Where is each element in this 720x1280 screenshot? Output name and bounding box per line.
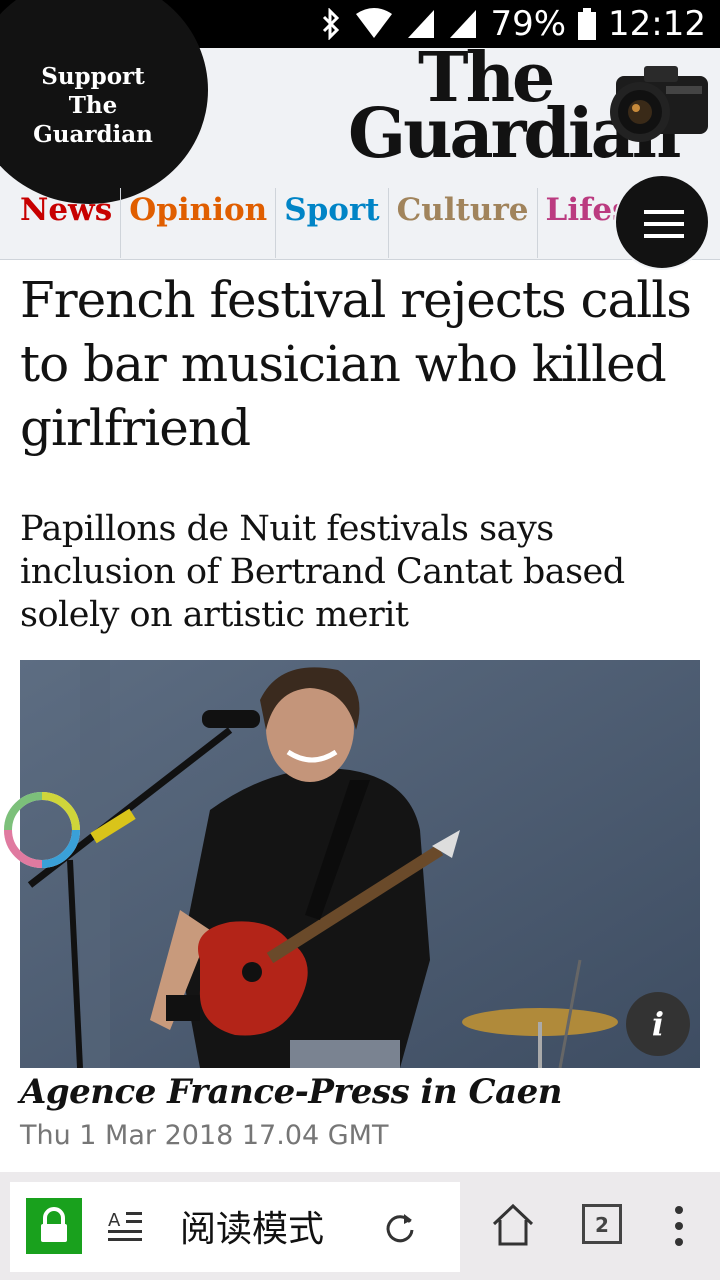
lock-icon[interactable] — [26, 1198, 82, 1254]
support-label: Support The Guardian — [33, 63, 153, 148]
clock: 12:12 — [608, 4, 706, 44]
nav-culture[interactable]: Culture — [389, 188, 538, 258]
tabs-icon[interactable]: 2 — [582, 1204, 622, 1244]
article-photo[interactable]: i — [20, 660, 700, 1068]
svg-text:A: A — [108, 1210, 121, 1231]
nav-news[interactable]: News — [0, 188, 122, 258]
hamburger-menu-icon[interactable] — [614, 174, 710, 270]
camera-icon — [610, 66, 708, 142]
reader-mode-icon[interactable]: A — [108, 1208, 144, 1244]
address-bar-arrow — [430, 1182, 458, 1272]
site-header: Support The Guardian The Guardian News O… — [0, 0, 720, 260]
signal-icon — [408, 10, 435, 38]
browser-toolbar: A 阅读模式 2 — [0, 1172, 720, 1280]
nav-news-label: News — [20, 192, 113, 228]
bluetooth-icon — [323, 8, 340, 40]
article-standfirst: Papillons de Nuit festivals says inclusi… — [20, 509, 625, 635]
battery-icon — [578, 8, 597, 40]
reader-mode-label[interactable]: 阅读模式 — [180, 1200, 324, 1252]
article-date: Thu 1 Mar 2018 17.04 GMT — [20, 1120, 389, 1151]
signal-icon-2 — [450, 10, 477, 38]
article-byline[interactable]: Agence France-Press in Caen — [20, 1072, 562, 1112]
nav-opinion-label: Opinion — [129, 192, 268, 228]
home-icon[interactable] — [490, 1202, 536, 1248]
header-divider — [0, 259, 720, 260]
wifi-icon — [356, 8, 393, 38]
more-icon[interactable] — [672, 1206, 686, 1246]
nav-sport[interactable]: Sport — [276, 188, 389, 258]
loading-spinner-icon — [4, 792, 80, 868]
image-info-icon[interactable]: i — [626, 992, 690, 1056]
reload-icon[interactable] — [384, 1210, 416, 1244]
nav-culture-label: Culture — [396, 192, 529, 228]
support-the-guardian-button[interactable]: Support The Guardian — [0, 0, 208, 204]
article-headline: French festival rejects calls to bar mus… — [20, 271, 692, 457]
nav-sport-label: Sport — [284, 192, 380, 228]
nav-opinion[interactable]: Opinion — [121, 188, 277, 258]
section-nav: News Opinion Sport Culture Lifestyle — [0, 188, 701, 258]
musician-photo-illustration — [20, 660, 700, 1068]
